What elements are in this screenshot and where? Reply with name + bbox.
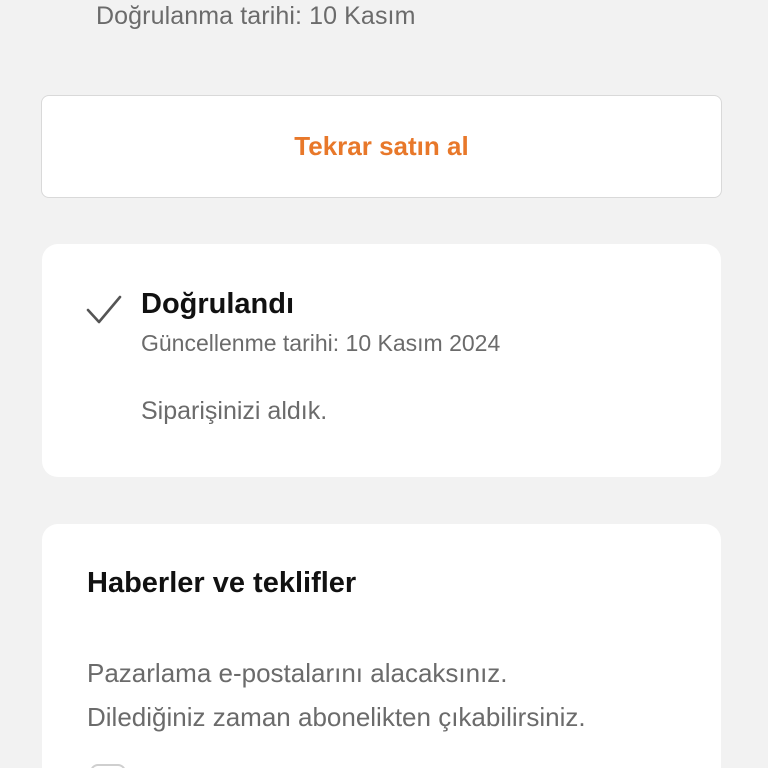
status-message: Siparişinizi aldık. <box>141 397 328 425</box>
news-description: Pazarlama e-postalarını alacaksınız. Dil… <box>87 651 707 739</box>
marketing-opt-in-checkbox[interactable] <box>90 764 126 768</box>
buy-again-label: Tekrar satın al <box>294 131 469 161</box>
checkmark-icon <box>86 295 122 324</box>
news-and-offers-card: Haberler ve teklifler Pazarlama e-postal… <box>42 524 721 768</box>
news-description-line-2: Dilediğiniz zaman abonelikten çıkabilirs… <box>87 702 586 732</box>
order-status-card: Doğrulandı Güncellenme tarihi: 10 Kasım … <box>42 244 721 477</box>
buy-again-button[interactable]: Tekrar satın al <box>41 95 722 198</box>
order-status-page: Doğrulanma tarihi: 10 Kasım Tekrar satın… <box>0 0 768 768</box>
news-description-line-1: Pazarlama e-postalarını alacaksınız. <box>87 658 508 688</box>
status-updated-date: Güncellenme tarihi: 10 Kasım 2024 <box>141 330 501 356</box>
status-title: Doğrulandı <box>141 288 295 320</box>
news-title: Haberler ve teklifler <box>87 567 357 599</box>
verified-date-text: Doğrulanma tarihi: 10 Kasım <box>96 2 416 30</box>
